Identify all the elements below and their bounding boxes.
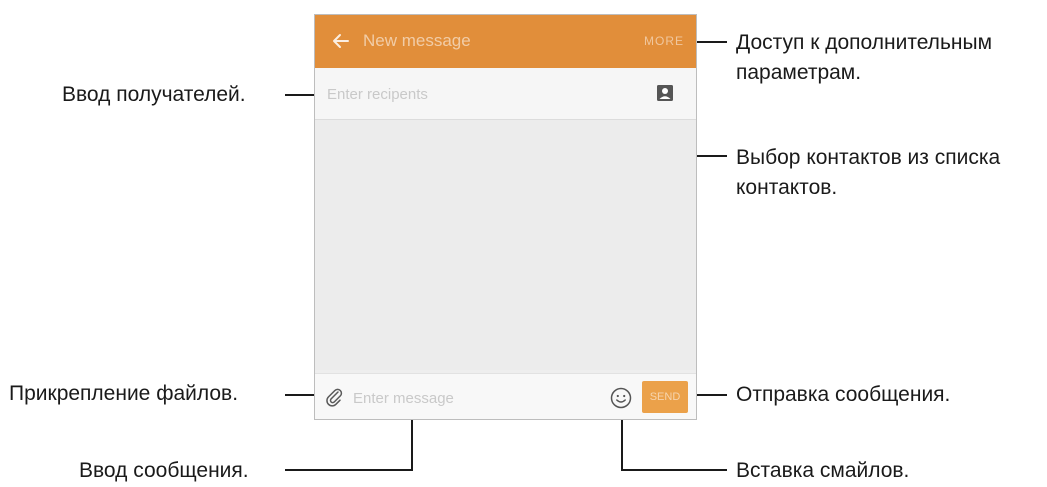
leader-line-emoji-horizontal xyxy=(621,469,727,471)
callout-insert-emoticons: Вставка смайлов. xyxy=(736,459,910,482)
callout-select-contacts-line1: Выбор контактов из списка xyxy=(736,146,1001,169)
send-button[interactable]: SEND xyxy=(642,381,688,413)
more-button[interactable]: MORE xyxy=(644,31,684,51)
callout-send-message: Отправка сообщения. xyxy=(736,383,951,406)
recipient-input[interactable] xyxy=(327,81,627,107)
contact-card-icon[interactable] xyxy=(655,83,675,103)
smiley-icon[interactable] xyxy=(609,386,633,410)
arrow-left-icon[interactable] xyxy=(327,27,355,55)
callout-more-options-line1: Доступ к дополнительным xyxy=(736,31,993,54)
callout-more-options-line2: параметрам. xyxy=(736,61,862,84)
recipient-row xyxy=(315,68,696,120)
callout-attach-files: Прикрепление файлов. xyxy=(9,382,239,405)
callout-enter-recipients: Ввод получателей. xyxy=(62,83,246,106)
callout-select-contacts-line2: контактов. xyxy=(736,176,838,199)
message-input[interactable] xyxy=(353,385,593,411)
paperclip-icon[interactable] xyxy=(323,385,345,409)
callout-enter-message: Ввод сообщения. xyxy=(79,459,249,482)
leader-line-message-horizontal xyxy=(285,469,413,471)
page-title: New message xyxy=(363,31,471,50)
compose-bar: SEND xyxy=(315,373,696,419)
app-bar: New message MORE xyxy=(315,15,696,68)
message-list-area xyxy=(315,120,696,370)
phone-screen: New message MORE SEN xyxy=(314,14,697,420)
